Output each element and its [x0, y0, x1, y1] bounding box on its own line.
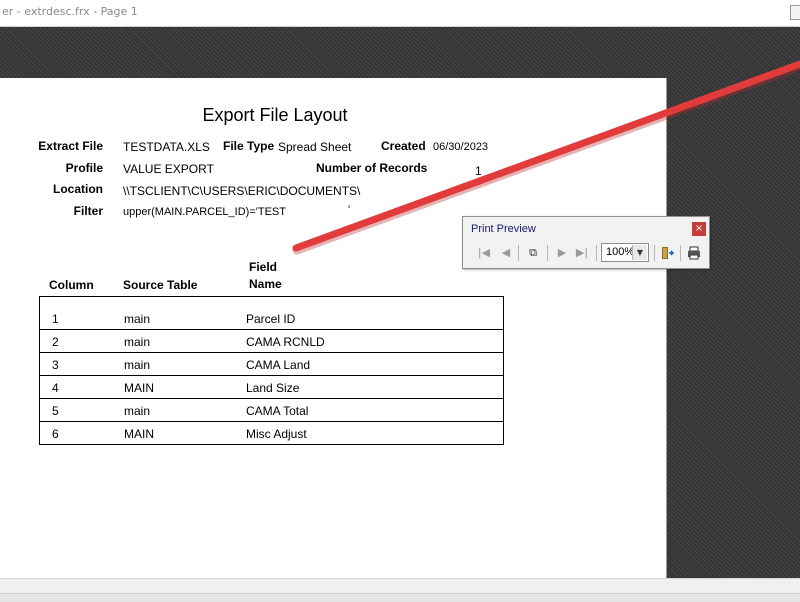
field-name-cell: CAMA Land	[246, 358, 311, 372]
toolbar-divider	[654, 245, 655, 261]
close-icon[interactable]: ×	[692, 222, 706, 236]
table-row: 5 main CAMA Total	[40, 398, 503, 421]
toolbar-divider	[547, 245, 548, 261]
column-cell: 3	[52, 358, 59, 372]
source-table-cell: main	[124, 335, 151, 349]
created-label: Created	[381, 139, 426, 153]
field-name-cell: CAMA RCNLD	[246, 335, 325, 349]
field-header-line2: Name	[249, 277, 282, 291]
source-table-header: Source Table	[123, 278, 198, 292]
window-title: er - extrdesc.frx - Page 1	[2, 5, 138, 18]
field-name-cell: Misc Adjust	[246, 427, 307, 441]
field-name-header: Field Name	[249, 259, 282, 293]
next-page-icon[interactable]: ▶	[553, 243, 571, 263]
profile-value: VALUE EXPORT	[123, 162, 214, 176]
layout-table: 1 main Parcel ID 2 main CAMA RCNLD 3 mai…	[39, 296, 504, 445]
column-cell: 6	[52, 427, 59, 441]
field-name-cell: Parcel ID	[246, 312, 296, 326]
print-preview-title: Print Preview	[471, 223, 536, 235]
previous-page-icon[interactable]: ◀	[497, 243, 515, 263]
zoom-select[interactable]: 100% ▼	[601, 243, 649, 262]
multiple-pages-icon[interactable]: ⧉	[524, 243, 542, 263]
column-cell: 1	[52, 312, 59, 326]
window-control-button[interactable]	[790, 5, 800, 20]
number-of-records-value: 1	[475, 164, 482, 178]
print-preview-buttons: |◀ ◀ ⧉ ▶ ▶| 100% ▼	[469, 242, 707, 264]
first-page-icon[interactable]: |◀	[475, 243, 493, 263]
column-cell: 4	[52, 381, 59, 395]
table-row: 1 main Parcel ID	[40, 297, 503, 329]
column-cell: 2	[52, 335, 59, 349]
profile-label: Profile	[65, 161, 103, 175]
table-row: 6 MAIN Misc Adjust	[40, 421, 503, 444]
filter-label: Filter	[73, 204, 103, 218]
extract-file-value: TESTDATA.XLS	[123, 140, 210, 154]
source-table-cell: main	[124, 404, 151, 418]
close-preview-icon[interactable]	[659, 243, 677, 263]
table-row: 3 main CAMA Land	[40, 352, 503, 375]
report-page: Export File Layout Extract File TESTDATA…	[0, 78, 667, 578]
chevron-down-icon[interactable]: ▼	[632, 245, 647, 260]
toolbar-divider	[680, 245, 681, 261]
toolbar-divider	[518, 245, 519, 261]
field-name-cell: Land Size	[246, 381, 300, 395]
report-title: Export File Layout	[202, 105, 348, 125]
column-header: Column	[49, 278, 94, 292]
table-row: 2 main CAMA RCNLD	[40, 329, 503, 352]
window-titlebar: er - extrdesc.frx - Page 1	[0, 0, 800, 27]
zoom-value: 100%	[606, 246, 635, 258]
toolbar-divider	[596, 245, 597, 261]
created-value: 06/30/2023	[433, 141, 489, 153]
file-type-value: Spread Sheet	[278, 140, 352, 154]
field-header-line1: Field	[249, 260, 278, 274]
status-bar	[0, 578, 800, 602]
number-of-records-label: Number of Records	[316, 161, 428, 175]
source-table-cell: MAIN	[124, 427, 154, 441]
column-cell: 5	[52, 404, 59, 418]
location-label: Location	[53, 182, 103, 196]
filter-extra: '	[348, 204, 351, 216]
location-value: \\TSCLIENT\C\USERS\ERIC\DOCUMENTS\	[123, 184, 361, 198]
extract-file-label: Extract File	[38, 139, 103, 153]
file-type-label: File Type	[223, 139, 275, 153]
horizontal-scrollbar[interactable]	[0, 593, 800, 602]
field-name-cell: CAMA Total	[246, 404, 309, 418]
filter-value: upper(MAIN.PARCEL_ID)='TEST	[123, 206, 286, 218]
print-icon[interactable]	[685, 243, 703, 263]
last-page-icon[interactable]: ▶|	[573, 243, 591, 263]
source-table-cell: MAIN	[124, 381, 154, 395]
print-preview-toolbar[interactable]: Print Preview × |◀ ◀ ⧉ ▶ ▶| 100% ▼	[462, 216, 710, 269]
source-table-cell: main	[124, 312, 151, 326]
table-row: 4 MAIN Land Size	[40, 375, 503, 398]
source-table-cell: main	[124, 358, 151, 372]
